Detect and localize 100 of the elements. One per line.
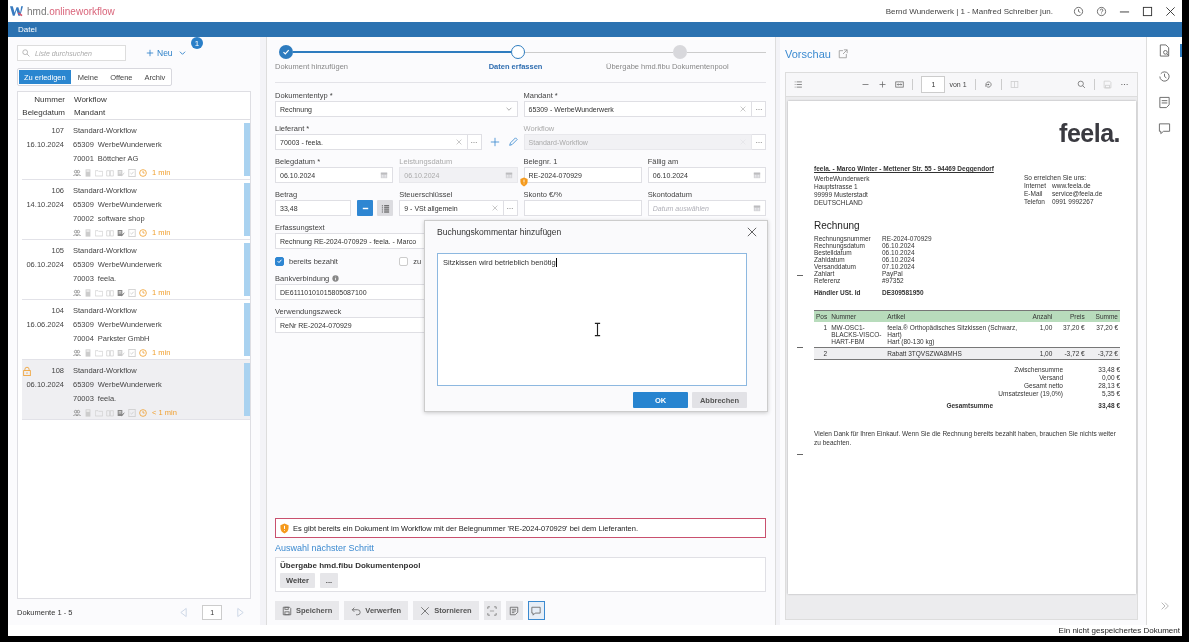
input-field[interactable] (523, 200, 642, 216)
browse-button[interactable] (752, 101, 767, 117)
search-icon[interactable] (1077, 80, 1086, 89)
clock-icon (139, 408, 147, 417)
clock-icon (139, 288, 147, 297)
folder-icon (95, 288, 103, 297)
chevron-down-icon (504, 105, 513, 113)
scan-button[interactable] (483, 601, 501, 620)
chevron-down-icon[interactable] (178, 50, 186, 56)
users-icon (73, 288, 81, 297)
ellipsis-icon (754, 107, 763, 111)
status-text: Ein nicht gespeichertes Dokument (1058, 626, 1180, 635)
preview-title: Vorschau (785, 47, 831, 60)
rotate-icon[interactable] (983, 80, 993, 89)
book-icon (106, 228, 114, 237)
calculator-icon (84, 408, 92, 417)
book-icon (106, 408, 114, 417)
clock-icon (139, 228, 147, 237)
ellipsis-icon (754, 140, 763, 144)
calendar-icon (753, 171, 762, 179)
column-header: Nummer (34, 95, 65, 104)
save-icon (282, 605, 293, 616)
save-icon[interactable] (1103, 80, 1112, 89)
clock-icon (139, 348, 147, 357)
column-header: Mandant (74, 108, 107, 117)
zoom-in-icon[interactable] (878, 80, 888, 89)
note-icon (509, 605, 520, 616)
book-icon (106, 288, 114, 297)
folder-icon (95, 228, 103, 237)
folder-icon (95, 168, 103, 177)
checklist-icon (128, 348, 136, 357)
column-header: Workflow (74, 95, 107, 104)
warning-shield-icon (280, 522, 290, 534)
fit-width-icon[interactable] (895, 80, 905, 89)
checkbox[interactable] (399, 256, 409, 266)
menu-item[interactable]: Datei (18, 25, 37, 34)
external-link-icon[interactable] (837, 48, 848, 59)
checklist-icon (128, 168, 136, 177)
ellipsis-icon (470, 140, 479, 144)
note-button[interactable] (505, 601, 523, 620)
calculator-icon (84, 288, 92, 297)
next-step-title: Übergabe hmd.fibu Dokumentenpool (280, 561, 422, 570)
new-button[interactable]: Neu (146, 48, 173, 58)
calendar-icon (380, 171, 389, 179)
comment-icon (531, 605, 542, 616)
clock-icon (139, 168, 147, 177)
plus-icon (146, 49, 154, 57)
pencil-icon[interactable] (507, 137, 518, 147)
comment-button[interactable] (527, 601, 545, 620)
two-page-icon[interactable] (1009, 80, 1019, 89)
users-icon (73, 168, 81, 177)
cross-icon (420, 605, 431, 616)
search-icon (22, 49, 30, 57)
browse-button[interactable] (752, 134, 767, 150)
calculator-icon (84, 228, 92, 237)
book-icon (106, 348, 114, 357)
users-icon (73, 228, 81, 237)
book-icon (106, 168, 114, 177)
folder-icon (95, 408, 103, 417)
user-label: Bernd Wunderwerk | 1 - Manfred Schreiber jun. (885, 6, 1053, 16)
undo-icon (351, 605, 362, 616)
clear-icon[interactable] (490, 204, 499, 212)
add-icon[interactable] (489, 137, 500, 147)
checklist-icon (128, 408, 136, 417)
column-header: Belegdatum (22, 108, 65, 117)
invoice-title: Rechnung (814, 220, 861, 231)
info-icon (332, 274, 340, 282)
maximize-icon[interactable] (1142, 5, 1153, 17)
calculator-icon (84, 168, 92, 177)
list-button[interactable] (377, 200, 394, 216)
calendar-icon (504, 171, 513, 179)
outline-icon[interactable] (794, 80, 803, 89)
users-icon (73, 408, 81, 417)
checkbox[interactable] (275, 256, 285, 266)
minus-button[interactable] (357, 200, 374, 216)
clock-icon[interactable] (1073, 5, 1084, 17)
calculator-icon (84, 348, 92, 357)
dialog-title: Buchungskommentar hinzufügen (437, 227, 562, 237)
clear-icon[interactable] (454, 138, 463, 146)
folder-icon (95, 348, 103, 357)
previous-page-icon[interactable] (179, 606, 189, 618)
warning-shield-icon (519, 177, 528, 187)
scan-icon (487, 605, 498, 616)
expand-icon[interactable] (1159, 601, 1170, 611)
company-logo: feela. (1058, 119, 1120, 149)
checkmark-icon (276, 257, 284, 265)
text-cursor-icon (594, 322, 602, 337)
section-heading: Auswahl nächster Schritt (275, 543, 376, 553)
logo-icon (10, 5, 23, 17)
clear-icon[interactable] (739, 105, 748, 113)
close-icon[interactable] (1165, 5, 1176, 17)
notification-badge: 1 (191, 37, 203, 49)
checklist-icon (128, 288, 136, 297)
close-icon[interactable] (747, 227, 758, 237)
help-icon[interactable] (1096, 5, 1107, 17)
calendar-icon (753, 204, 762, 212)
ellipsis-icon (506, 206, 515, 210)
users-icon (73, 348, 81, 357)
checklist-icon (128, 228, 136, 237)
app-title: hmd.onlineworkflow (27, 5, 115, 17)
